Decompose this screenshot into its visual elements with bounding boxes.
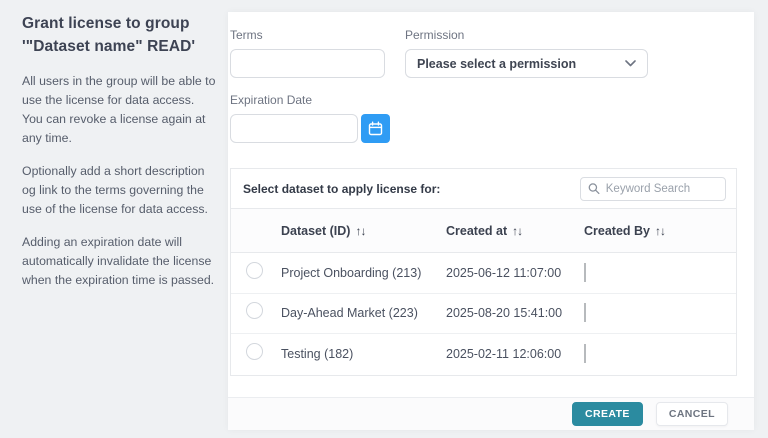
column-header-created-at[interactable]: Created at ↑↓ <box>446 224 584 238</box>
expiration-date-input[interactable] <box>230 114 358 143</box>
dataset-radio[interactable] <box>246 343 263 360</box>
sidebar-paragraph: Optionally add a short description og li… <box>22 162 218 220</box>
created-by-redacted-value <box>584 303 586 322</box>
terms-field-group: Terms <box>230 28 385 78</box>
table-row: Testing (182) 2025-02-11 12:06:00 <box>231 334 736 375</box>
permission-selected-value: Please select a permission <box>417 57 576 71</box>
calendar-picker-button[interactable] <box>361 114 390 143</box>
permission-select[interactable]: Please select a permission <box>405 49 648 78</box>
keyword-search-input[interactable] <box>600 179 718 199</box>
cancel-button[interactable]: CANCEL <box>656 402 728 426</box>
dataset-name-cell: Project Onboarding (213) <box>281 266 446 280</box>
search-icon <box>588 182 600 195</box>
created-at-cell: 2025-06-12 11:07:00 <box>446 266 584 280</box>
expiration-date-label: Expiration Date <box>230 93 400 107</box>
sidebar-paragraph: All users in the group will be able to u… <box>22 72 218 149</box>
dataset-table: Select dataset to apply license for: Dat… <box>230 168 737 376</box>
keyword-search-box <box>580 177 726 201</box>
form-row: Terms Permission Please select a permiss… <box>230 28 648 78</box>
dataset-radio[interactable] <box>246 262 263 279</box>
dataset-name-cell: Day-Ahead Market (223) <box>281 306 446 320</box>
dataset-name-cell: Testing (182) <box>281 347 446 361</box>
grant-license-card: Terms Permission Please select a permiss… <box>228 12 754 430</box>
permission-field-group: Permission Please select a permission <box>405 28 648 78</box>
created-at-cell: 2025-08-20 15:41:00 <box>446 306 584 320</box>
calendar-icon <box>368 121 383 136</box>
table-row: Project Onboarding (213) 2025-06-12 11:0… <box>231 253 736 294</box>
table-row: Day-Ahead Market (223) 2025-08-20 15:41:… <box>231 294 736 335</box>
created-at-cell: 2025-02-11 12:06:00 <box>446 347 584 361</box>
terms-label: Terms <box>230 28 385 42</box>
chevron-down-icon <box>625 60 636 67</box>
column-header-created-by[interactable]: Created By ↑↓ <box>584 224 736 238</box>
table-header-row: Dataset (ID) ↑↓ Created at ↑↓ Created By… <box>231 209 736 253</box>
created-by-redacted-value <box>584 344 586 363</box>
sort-icon[interactable]: ↑↓ <box>655 224 665 238</box>
page-title: Grant license to group '"Dataset name" R… <box>22 12 218 59</box>
permission-label: Permission <box>405 28 648 42</box>
column-header-dataset-id[interactable]: Dataset (ID) ↑↓ <box>281 224 446 238</box>
sidebar-paragraph: Adding an expiration date will automatic… <box>22 233 218 291</box>
create-button[interactable]: CREATE <box>572 402 643 426</box>
terms-input[interactable] <box>230 49 385 78</box>
sort-icon[interactable]: ↑↓ <box>355 224 365 238</box>
table-caption-band: Select dataset to apply license for: <box>231 169 736 209</box>
modal-footer: CREATE CANCEL <box>228 397 754 430</box>
modal-sidebar: Grant license to group '"Dataset name" R… <box>22 12 218 303</box>
created-by-redacted-value <box>584 263 586 282</box>
sort-icon[interactable]: ↑↓ <box>512 224 522 238</box>
dataset-radio[interactable] <box>246 302 263 319</box>
expiration-field-group: Expiration Date <box>230 93 400 143</box>
table-caption: Select dataset to apply license for: <box>243 182 440 196</box>
